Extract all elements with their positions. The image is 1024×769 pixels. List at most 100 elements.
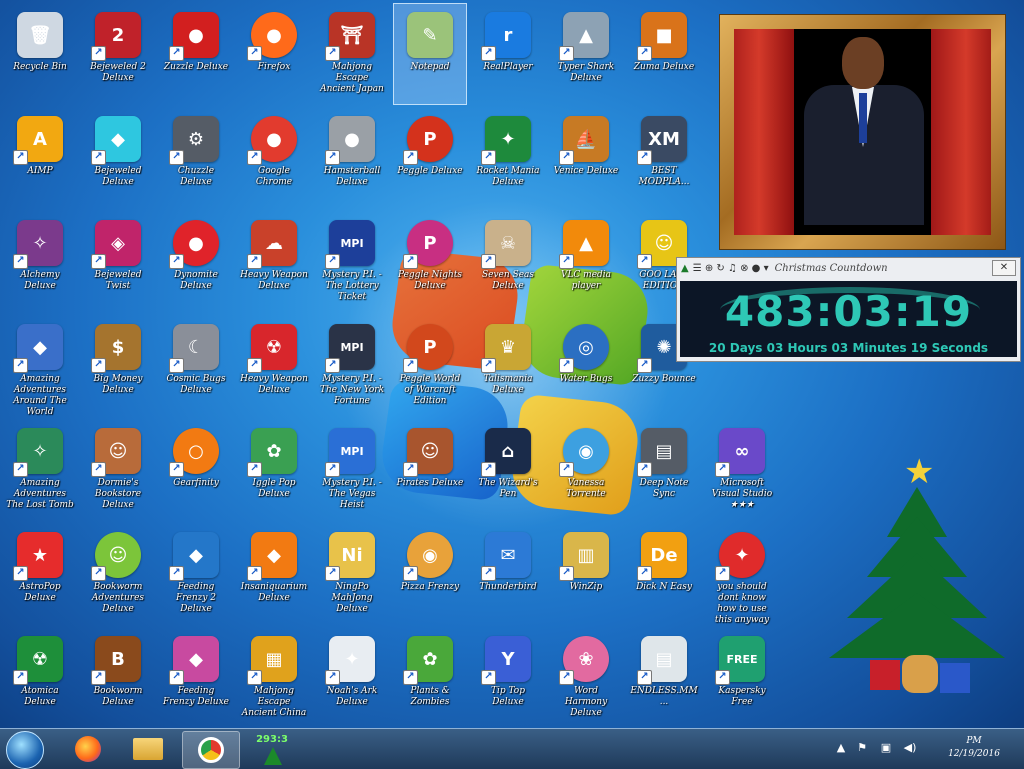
- taskbar-countdown[interactable]: 293:3: [244, 731, 300, 767]
- shortcut-arrow-icon: ↗: [559, 150, 574, 165]
- desktop-icon[interactable]: ♛ ↗ Talismania Deluxe: [472, 316, 544, 416]
- desktop-icon[interactable]: ☁ ↗ Heavy Weapon Deluxe: [238, 212, 310, 312]
- desktop-icon[interactable]: Y ↗ Tip Top Deluxe: [472, 628, 544, 728]
- desktop-icon-label: Thunderbird: [479, 582, 537, 592]
- aimp-icon: A ↗: [13, 116, 63, 165]
- desktop-icon-label: Mahjong Escape Ancient China: [241, 686, 307, 718]
- desktop-icon[interactable]: ★ ↗ AstroPop Deluxe: [4, 524, 76, 624]
- desktop-icon-label: Big Money Deluxe: [93, 374, 143, 395]
- desktop-icon[interactable]: ◆ ↗ Insaniquarium Deluxe: [238, 524, 310, 624]
- desktop-icon[interactable]: P ↗ Peggle Nights Deluxe: [394, 212, 466, 312]
- countdown-widget[interactable]: ▲ ☰ ⊕ ↻ ♫ ⊗ ● ▾ Christmas Countdown ✕ 48…: [676, 257, 1021, 362]
- desktop-icon[interactable]: ◎ ↗ Water Bugs: [550, 316, 622, 416]
- desktop-icon[interactable]: ● ↗ Google Chrome: [238, 108, 310, 208]
- desktop-icon[interactable]: ☺ ↗ Bookworm Adventures Deluxe: [82, 524, 154, 624]
- desktop-icon[interactable]: ● ↗ Dynomite Deluxe: [160, 212, 232, 312]
- action-center-icon[interactable]: ⚑: [855, 741, 869, 755]
- desktop-icon[interactable]: ✿ ↗ Plants & Zombies: [394, 628, 466, 728]
- desktop-icon[interactable]: ☢ ↗ Atomica Deluxe: [4, 628, 76, 728]
- desktop-icon[interactable]: Ni ↗ NingPo MahJong Deluxe: [316, 524, 388, 624]
- desktop-icon[interactable]: ◆ ↗ Bejeweled Deluxe: [82, 108, 154, 208]
- desktop-icon[interactable]: ⌂ ↗ The Wizard's Pen: [472, 420, 544, 520]
- show-hidden-icons[interactable]: ▲: [834, 741, 848, 755]
- desktop-icon[interactable]: ◆ ↗ Feeding Frenzy 2 Deluxe: [160, 524, 232, 624]
- network-icon[interactable]: ▣: [879, 741, 893, 755]
- desktop-icon[interactable]: ◆ ↗ Amazing Adventures Around The World: [4, 316, 76, 417]
- desktop-icon[interactable]: ☺ ↗ Pirates Deluxe: [394, 420, 466, 520]
- desktop-icon[interactable]: ▦ ↗ Mahjong Escape Ancient China: [238, 628, 310, 728]
- desktop-icon[interactable]: ✦ ↗ you should dont know how to use this a…: [706, 524, 778, 625]
- desktop-icon-label: Peggle World of Warcraft Edition: [399, 374, 461, 406]
- desktop-icon[interactable]: ✦ ↗ Rocket Mania Deluxe: [472, 108, 544, 208]
- desktop-icon[interactable]: ◉ ↗ Vanessa Torrente: [550, 420, 622, 520]
- desktop-icon[interactable]: ◈ ↗ Bejeweled Twist: [82, 212, 154, 312]
- photo-frame-widget[interactable]: [719, 14, 1006, 250]
- desktop-icon[interactable]: A ↗ AIMP: [4, 108, 76, 208]
- shortcut-arrow-icon: ↗: [169, 670, 184, 685]
- desktop-icon[interactable]: ∞ ↗ Microsoft Visual Studio ★★★: [706, 420, 778, 520]
- desktop-icon[interactable]: MPI ↗ Mystery P.I. - The Lottery Ticket: [316, 212, 388, 312]
- mahjong-escape-japan-icon: ⛩ ↗: [325, 12, 375, 61]
- shortcut-arrow-icon: ↗: [247, 566, 262, 581]
- close-button[interactable]: ✕: [992, 260, 1016, 276]
- desktop-icon[interactable]: ▤ ↗ Deep Note Sync: [628, 420, 700, 520]
- desktop-icon[interactable]: MPI ↗ Mystery P.I. - The New York Fortune: [316, 316, 388, 416]
- plants-zombies-icon: ✿ ↗: [403, 636, 453, 685]
- desktop-icon[interactable]: ☺ ↗ Dormie's Bookstore Deluxe: [82, 420, 154, 520]
- desktop-icon[interactable]: ◉ ↗ Pizza Frenzy: [394, 524, 466, 624]
- bookworm-adventures-icon: ☺ ↗: [91, 532, 141, 581]
- desktop-icon[interactable]: ▥ ↗ WinZip: [550, 524, 622, 624]
- desktop-icon[interactable]: ☠ ↗ Seven Seas Deluxe: [472, 212, 544, 312]
- desktop-icon[interactable]: ▲ ↗ Typer Shark Deluxe: [550, 4, 622, 104]
- desktop-icon[interactable]: P ↗ Peggle Deluxe: [394, 108, 466, 208]
- desktop-icon[interactable]: P ↗ Peggle World of Warcraft Edition: [394, 316, 466, 416]
- desktop-icon[interactable]: XM ↗ BEST MODPLA...: [628, 108, 700, 208]
- desktop[interactable]: 🗑 Recycle Bin 2 ↗ Bejeweled 2 Deluxe ● ↗ Zuzzle…: [0, 0, 1024, 728]
- desktop-icon[interactable]: ■ ↗ Zuma Deluxe: [628, 4, 700, 104]
- desktop-icon[interactable]: ○ ↗ Gearfinity: [160, 420, 232, 520]
- desktop-icon[interactable]: ▤ ↗ ENDLESS.MM...: [628, 628, 700, 728]
- taskbar-chrome[interactable]: [182, 731, 240, 769]
- shortcut-arrow-icon: ↗: [559, 254, 574, 269]
- desktop-icon[interactable]: FREE ↗ Kaspersky Free: [706, 628, 778, 728]
- system-clock[interactable]: PM 12/19/2016: [934, 735, 1014, 761]
- volume-icon[interactable]: ◀): [903, 741, 917, 755]
- desktop-icon[interactable]: ⛵ ↗ Venice Deluxe: [550, 108, 622, 208]
- desktop-icon[interactable]: ⛩ ↗ Mahjong Escape Ancient Japan: [316, 4, 388, 104]
- heavy-weapon-icon: ☁ ↗: [247, 220, 297, 269]
- desktop-icon[interactable]: r ↗ RealPlayer: [472, 4, 544, 104]
- desktop-icon[interactable]: B ↗ Bookworm Deluxe: [82, 628, 154, 728]
- desktop-icon-label: Rocket Mania Deluxe: [476, 166, 540, 187]
- countdown-toolbar[interactable]: ☰ ⊕ ↻ ♫ ⊗ ● ▾: [693, 263, 769, 274]
- desktop-icon[interactable]: ✦ ↗ Noah's Ark Deluxe: [316, 628, 388, 728]
- countdown-detail: 20 Days 03 Hours 03 Minutes 19 Seconds: [708, 341, 989, 355]
- desktop-icon[interactable]: ▲ ↗ VLC media player: [550, 212, 622, 312]
- desktop-icon[interactable]: ✿ ↗ Iggle Pop Deluxe: [238, 420, 310, 520]
- desktop-icon[interactable]: ● ↗ Zuzzle Deluxe: [160, 4, 232, 104]
- desktop-icon[interactable]: ● ↗ Hamsterball Deluxe: [316, 108, 388, 208]
- desktop-icon[interactable]: ✉ ↗ Thunderbird: [472, 524, 544, 624]
- desktop-icon[interactable]: 🗑 Recycle Bin: [4, 4, 76, 104]
- desktop-icon[interactable]: ✧ ↗ Amazing Adventures The Lost Tomb: [4, 420, 76, 520]
- notepad-icon: ✎: [407, 12, 453, 58]
- desktop-icon[interactable]: ✧ ↗ Alchemy Deluxe: [4, 212, 76, 312]
- desktop-icon[interactable]: ✎ Notepad: [393, 3, 467, 105]
- desktop-icon[interactable]: ❀ ↗ Word Harmony Deluxe: [550, 628, 622, 728]
- desktop-icon[interactable]: ⚙ ↗ Chuzzle Deluxe: [160, 108, 232, 208]
- countdown-titlebar[interactable]: ▲ ☰ ⊕ ↻ ♫ ⊗ ● ▾ Christmas Countdown ✕: [677, 258, 1020, 278]
- desktop-icon[interactable]: ● ↗ Firefox: [238, 4, 310, 104]
- vanessa-torrente-icon: ◉ ↗: [559, 428, 609, 477]
- desktop-icon[interactable]: ☢ ↗ Heavy Weapon Deluxe: [238, 316, 310, 416]
- desktop-icon-label: Feeding Frenzy 2 Deluxe: [175, 582, 217, 614]
- desktop-icon[interactable]: MPI ↗ Mystery P.I. - The Vegas Heist: [316, 420, 388, 520]
- desktop-icon[interactable]: $ ↗ Big Money Deluxe: [82, 316, 154, 416]
- word-harmony-icon: ❀ ↗: [559, 636, 609, 685]
- desktop-icon[interactable]: ☾ ↗ Cosmic Bugs Deluxe: [160, 316, 232, 416]
- desktop-icon[interactable]: De ↗ Dick N Easy: [628, 524, 700, 624]
- desktop-icon-label: Bejeweled Twist: [94, 270, 142, 291]
- desktop-icon[interactable]: ◆ ↗ Feeding Frenzy Deluxe: [160, 628, 232, 728]
- taskbar-firefox[interactable]: [60, 731, 116, 767]
- taskbar-explorer[interactable]: [120, 731, 176, 767]
- start-button[interactable]: [6, 731, 44, 769]
- desktop-icon[interactable]: 2 ↗ Bejeweled 2 Deluxe: [82, 4, 154, 104]
